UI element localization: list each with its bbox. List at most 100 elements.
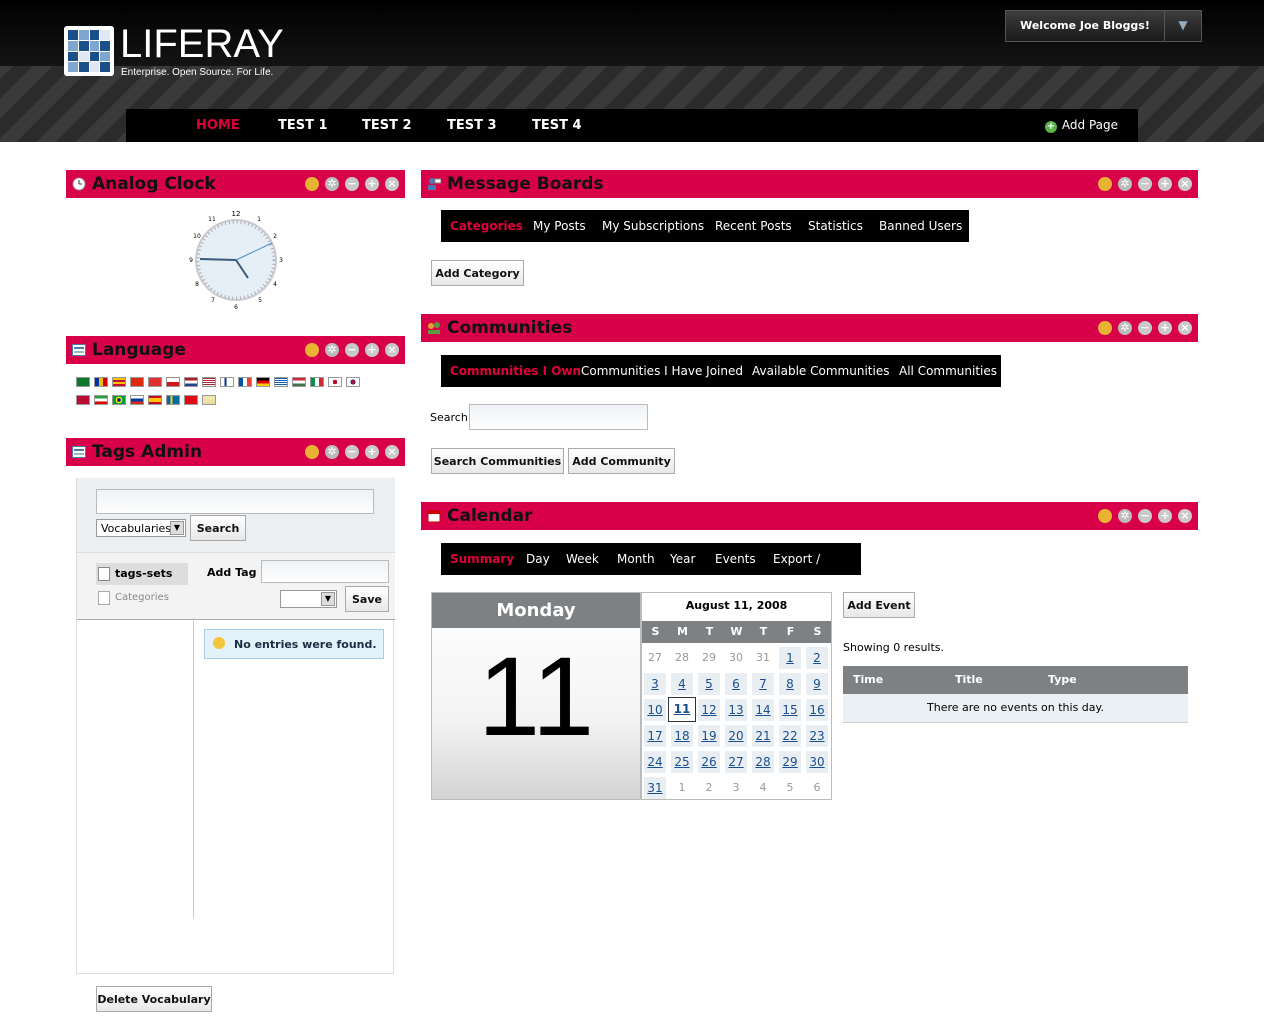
flag-basque-icon[interactable] (94, 377, 108, 387)
configuration-icon[interactable]: ✲ (1118, 509, 1132, 523)
close-icon[interactable]: × (385, 445, 399, 459)
configuration-icon[interactable]: ✲ (325, 343, 339, 357)
minimize-icon[interactable]: − (1138, 509, 1152, 523)
flag-turkish-icon[interactable] (184, 395, 198, 405)
calendar-day[interactable]: 18 (671, 725, 693, 747)
flag-swedish-icon[interactable] (166, 395, 180, 405)
look-and-feel-icon[interactable] (305, 343, 319, 357)
configuration-icon[interactable]: ✲ (325, 177, 339, 191)
calendar-day[interactable]: 12 (698, 699, 720, 721)
maximize-icon[interactable]: + (1158, 509, 1172, 523)
vocabularies-select[interactable]: Vocabularies ▼ (96, 519, 186, 537)
nav-test-1[interactable]: TEST 1 (278, 109, 328, 142)
flag-portuguese-icon[interactable] (112, 395, 126, 405)
calendar-day[interactable]: 11 (668, 697, 696, 722)
tab-my-posts[interactable]: My Posts (533, 210, 586, 242)
column-time[interactable]: Time (853, 673, 883, 686)
look-and-feel-icon[interactable] (1098, 321, 1112, 335)
minimize-icon[interactable]: − (1138, 321, 1152, 335)
look-and-feel-icon[interactable] (305, 177, 319, 191)
tags-sets-item[interactable]: tags-sets (96, 563, 188, 585)
nav-test-3[interactable]: TEST 3 (447, 109, 497, 142)
tab-communities-i-own[interactable]: Communities I Own (450, 355, 581, 387)
calendar-day[interactable]: 26 (698, 751, 720, 773)
calendar-day[interactable]: 19 (698, 725, 720, 747)
maximize-icon[interactable]: + (365, 177, 379, 191)
calendar-day[interactable]: 6 (725, 673, 747, 695)
configuration-icon[interactable]: ✲ (1118, 321, 1132, 335)
calendar-day[interactable]: 2 (806, 647, 828, 669)
flag-norwegian-icon[interactable] (76, 395, 90, 405)
configuration-icon[interactable]: ✲ (1118, 177, 1132, 191)
tags-search-button[interactable]: Search (190, 515, 246, 541)
nav-test-2[interactable]: TEST 2 (362, 109, 412, 142)
look-and-feel-icon[interactable] (1098, 509, 1112, 523)
flag-italian-icon[interactable] (310, 377, 324, 387)
tab-events[interactable]: Events (715, 543, 756, 575)
tag-set-select[interactable]: ▼ (280, 590, 337, 608)
add-community-button[interactable]: Add Community (568, 448, 675, 474)
nav-home[interactable]: HOME (196, 109, 240, 142)
add-event-button[interactable]: Add Event (843, 592, 915, 618)
column-type[interactable]: Type (1048, 673, 1077, 686)
close-icon[interactable]: × (385, 177, 399, 191)
flag-chinese-icon[interactable] (130, 377, 144, 387)
tab-categories[interactable]: Categories (450, 210, 523, 242)
maximize-icon[interactable]: + (1158, 177, 1172, 191)
flag-german-icon[interactable] (256, 377, 270, 387)
calendar-day[interactable]: 9 (806, 673, 828, 695)
calendar-day[interactable]: 15 (779, 699, 801, 721)
tab-available-communities[interactable]: Available Communities (752, 355, 889, 387)
flag-greek-icon[interactable] (274, 377, 288, 387)
flag-japanese-icon[interactable] (328, 377, 342, 387)
add-page-button[interactable]: + Add Page (1044, 109, 1118, 142)
calendar-day[interactable]: 4 (671, 673, 693, 695)
add-category-button[interactable]: Add Category (431, 260, 524, 286)
close-icon[interactable]: × (385, 343, 399, 357)
configuration-icon[interactable]: ✲ (325, 445, 339, 459)
calendar-day[interactable]: 22 (779, 725, 801, 747)
welcome-button[interactable]: Welcome Joe Bloggs! (1005, 10, 1165, 42)
minimize-icon[interactable]: − (345, 343, 359, 357)
calendar-day[interactable]: 5 (698, 673, 720, 695)
calendar-day[interactable]: 30 (806, 751, 828, 773)
dock-menu-icon[interactable]: ▼ (1164, 10, 1202, 42)
flag-english-icon[interactable] (202, 377, 216, 387)
calendar-day[interactable]: 10 (644, 699, 666, 721)
flag-spanish-icon[interactable] (148, 395, 162, 405)
look-and-feel-icon[interactable] (1098, 177, 1112, 191)
liferay-logo-icon[interactable] (64, 26, 114, 76)
flag-persian-icon[interactable] (94, 395, 108, 405)
add-tag-input[interactable] (261, 560, 389, 583)
close-icon[interactable]: × (1178, 177, 1192, 191)
calendar-day[interactable]: 1 (779, 647, 801, 669)
tab-banned-users[interactable]: Banned Users (879, 210, 962, 242)
calendar-day[interactable]: 25 (671, 751, 693, 773)
calendar-day[interactable]: 3 (644, 673, 666, 695)
calendar-day[interactable]: 21 (752, 725, 774, 747)
calendar-day[interactable]: 24 (644, 751, 666, 773)
minimize-icon[interactable]: − (345, 177, 359, 191)
tab-month[interactable]: Month (617, 543, 655, 575)
maximize-icon[interactable]: + (1158, 321, 1172, 335)
flag-finnish-icon[interactable] (220, 377, 234, 387)
delete-vocabulary-button[interactable]: Delete Vocabulary (96, 986, 212, 1012)
flag-arabic-icon[interactable] (76, 377, 90, 387)
close-icon[interactable]: × (1178, 509, 1192, 523)
calendar-day[interactable]: 23 (806, 725, 828, 747)
tab-all-communities[interactable]: All Communities (899, 355, 997, 387)
maximize-icon[interactable]: + (365, 343, 379, 357)
calendar-day[interactable]: 16 (806, 699, 828, 721)
flag-french-icon[interactable] (238, 377, 252, 387)
calendar-day[interactable]: 28 (752, 751, 774, 773)
calendar-day[interactable]: 7 (752, 673, 774, 695)
tab-recent-posts[interactable]: Recent Posts (715, 210, 792, 242)
search-communities-button[interactable]: Search Communities (431, 448, 564, 474)
tab-my-subscriptions[interactable]: My Subscriptions (602, 210, 704, 242)
save-button[interactable]: Save (345, 586, 389, 612)
tab-communities-i-have-joined[interactable]: Communities I Have Joined (581, 355, 743, 387)
tags-search-input[interactable] (96, 489, 374, 514)
flag-dutch-icon[interactable] (184, 377, 198, 387)
calendar-day[interactable]: 8 (779, 673, 801, 695)
minimize-icon[interactable]: − (345, 445, 359, 459)
